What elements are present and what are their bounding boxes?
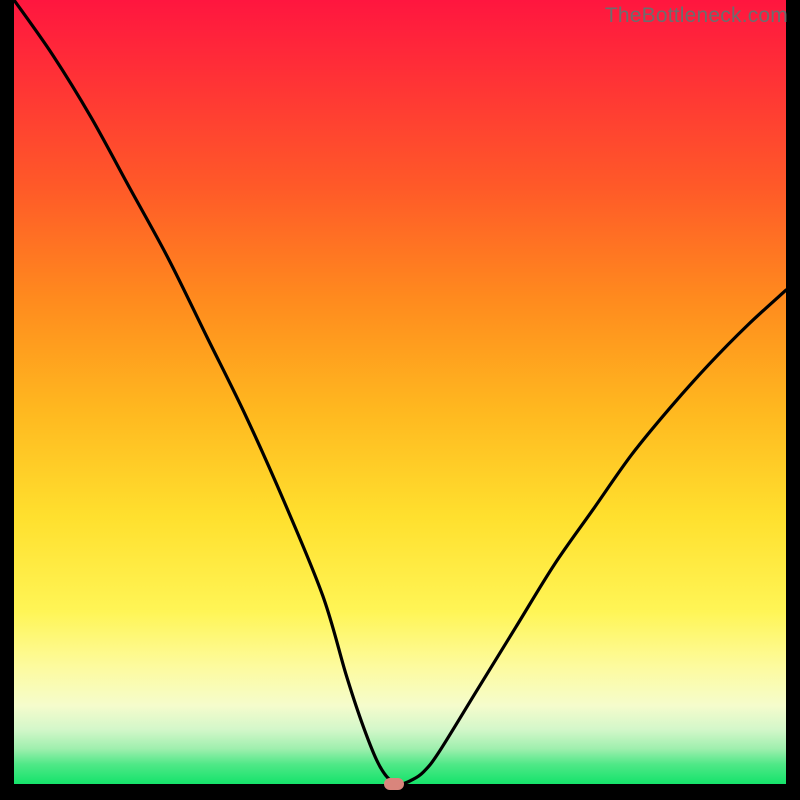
watermark-text: TheBottleneck.com (605, 4, 788, 28)
bottleneck-curve (14, 0, 786, 784)
plot-area (14, 0, 786, 784)
optimum-marker (384, 778, 404, 790)
chart-frame: TheBottleneck.com (0, 0, 800, 800)
